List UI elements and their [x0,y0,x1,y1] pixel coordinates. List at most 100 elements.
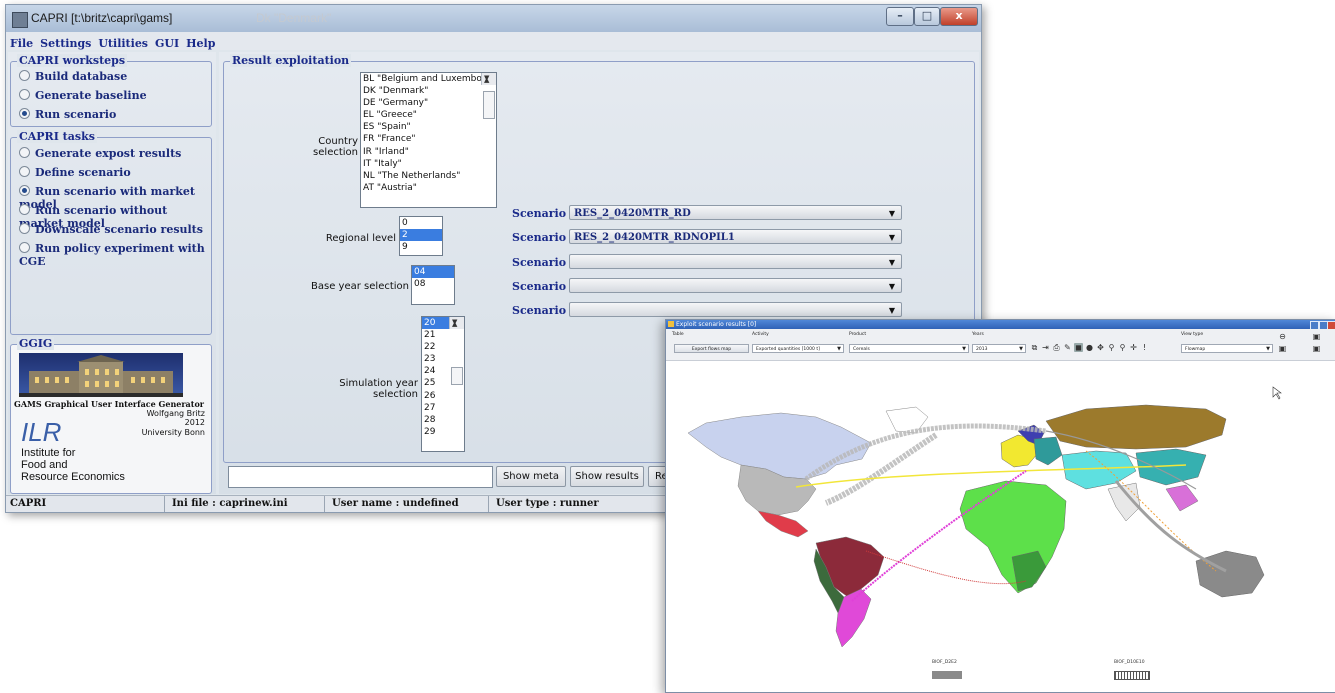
chevron-down-icon: ▼ [1266,346,1270,352]
list-item[interactable]: 27 [422,402,464,414]
worksteps-group: CAPRI worksteps Build database Generate … [10,54,212,127]
export-table-icon[interactable]: ▣ [1278,344,1287,353]
base-year-list[interactable]: 04 08 [411,265,455,305]
scenario-3-label: Scenario 3 [512,256,578,269]
years-select[interactable]: 2013 ▼ [972,344,1026,353]
list-item-selected[interactable]: 2 [400,229,442,242]
list-item[interactable]: NL "The Netherlands" [361,170,496,182]
region-russia [1045,404,1227,450]
scroll-down-icon[interactable]: ▼ [484,73,489,84]
zoom-in-icon[interactable]: ⚲ [1107,343,1116,352]
list-item[interactable]: 21 [422,329,464,341]
scenario-5-label: Scenario 5 [512,304,578,317]
list-item[interactable]: 0 [400,217,442,229]
activity-select[interactable]: Exported quantities [1000 t] ▼ [752,344,844,353]
chevron-down-icon: ▼ [888,257,895,267]
simulation-year-list[interactable]: 20 21 22 23 24 25 26 27 28 29 ▲ ▼ [421,316,465,452]
scenario-2-select[interactable]: RES_2_0420MTR_RDNOPIL1 ▼ [569,229,902,244]
minimize-button[interactable]: – [886,7,914,26]
list-item[interactable]: DK "Denmark" [361,85,496,97]
wrench-icon[interactable]: ✎ [1063,343,1072,352]
radio-build-database[interactable]: Build database [19,70,127,83]
chevron-down-icon: ▼ [837,346,841,352]
zoom-out-icon[interactable]: ⚲ [1118,343,1127,352]
export-flows-map-button[interactable]: Export flows map [674,344,749,353]
list-item[interactable]: DE "Germany" [361,97,496,109]
radio-label: Run scenario [35,108,117,121]
layers-icon[interactable]: ◼ [1074,343,1083,352]
scroll-thumb[interactable] [451,367,463,385]
mouse-cursor-icon [1272,386,1282,400]
close-button[interactable]: x [940,7,978,26]
print-icon[interactable]: ⎙ [1052,343,1061,352]
export-icon[interactable]: ⇥ [1041,343,1050,352]
scenario-1-select[interactable]: RES_2_0420MTR_RD ▼ [569,205,902,220]
activity-label: Activity [752,332,769,337]
scroll-thumb[interactable] [483,91,495,119]
menu-utilities[interactable]: Utilities [98,37,148,50]
view-type-select[interactable]: Flowmap ▼ [1181,344,1273,353]
radio-policy-cge[interactable]: Run policy experiment with CGE [19,242,211,268]
panel-toggle-icon[interactable]: ▣ [1312,332,1321,341]
radio-circle-icon [19,70,30,81]
legend-left-label: BIOF_D2E2 [932,660,957,665]
regional-level-list[interactable]: 0 2 9 [399,216,443,256]
menu-settings[interactable]: Settings [40,37,91,50]
move-icon[interactable]: ✛ [1129,343,1138,352]
radio-generate-baseline[interactable]: Generate baseline [19,89,147,102]
radio-downscale[interactable]: Downscale scenario results [19,223,203,236]
menu-file[interactable]: File [10,37,33,50]
chevron-down-icon: ▼ [1019,346,1023,352]
list-item[interactable]: IR "Irland" [361,146,496,158]
settings-icon[interactable]: ⊖ [1278,332,1287,341]
pan-icon[interactable]: ✥ [1096,343,1105,352]
product-select[interactable]: Cereals ▼ [849,344,969,353]
ilr-logo-text: ILR [21,417,62,447]
view-type-value: Flowmap [1185,347,1206,352]
sim-year-scrollbar[interactable]: ▲ ▼ [449,317,464,385]
status-app: CAPRI [10,498,47,509]
scroll-down-icon[interactable]: ▼ [452,317,457,328]
list-item[interactable]: ES "Spain" [361,121,496,133]
list-item[interactable]: BL "Belgium and Luxembourg" [361,73,496,85]
menu-gui[interactable]: GUI [155,37,179,50]
scenario-4-select[interactable]: ▼ [569,278,902,293]
copy-icon[interactable]: ⧉ [1030,343,1039,352]
list-item[interactable]: EL "Greece" [361,109,496,121]
title-bar[interactable]: CAPRI [t:\britz\capri\gams] Dk "Denmark"… [6,5,981,32]
panel-toggle-icon[interactable]: ▣ [1312,344,1321,353]
radio-generate-expost[interactable]: Generate expost results [19,147,181,160]
list-item-selected[interactable]: 04 [412,266,454,279]
list-item[interactable]: IT "Italy" [361,158,496,170]
list-item[interactable]: 23 [422,353,464,365]
list-item[interactable]: 9 [400,241,442,253]
scenario-5-select[interactable]: ▼ [569,302,902,317]
table-label: Table [672,332,684,337]
menu-help[interactable]: Help [186,37,215,50]
list-item[interactable]: AT "Austria" [361,182,496,194]
years-label: Years [972,332,984,337]
list-item[interactable]: FR "France" [361,133,496,145]
world-flow-map[interactable] [666,361,1335,661]
info-icon[interactable]: ! [1140,343,1149,352]
scenario-3-select[interactable]: ▼ [569,254,902,269]
chevron-down-icon: ▼ [888,232,895,242]
results-title-bar[interactable]: Exploit scenario results [0] [666,320,1335,330]
maximize-button[interactable]: □ [914,7,940,26]
country-list[interactable]: BL "Belgium and Luxembourg" DK "Denmark"… [360,72,497,208]
globe-icon[interactable]: ● [1085,343,1094,352]
list-item[interactable]: 22 [422,341,464,353]
institute-line: Food and [21,459,68,471]
radio-run-scenario[interactable]: Run scenario [19,108,116,121]
list-item[interactable]: 29 [422,426,464,438]
institute-line: Resource Economics [21,471,125,483]
country-scrollbar[interactable]: ▲ ▼ [481,73,496,119]
show-meta-button[interactable]: Show meta [496,466,566,487]
radio-define-scenario[interactable]: Define scenario [19,166,131,179]
message-field[interactable] [228,466,493,488]
base-year-label: Base year selection [311,281,409,292]
list-item[interactable]: 26 [422,390,464,402]
list-item[interactable]: 08 [412,278,454,290]
show-results-button[interactable]: Show results [570,466,644,487]
list-item[interactable]: 28 [422,414,464,426]
